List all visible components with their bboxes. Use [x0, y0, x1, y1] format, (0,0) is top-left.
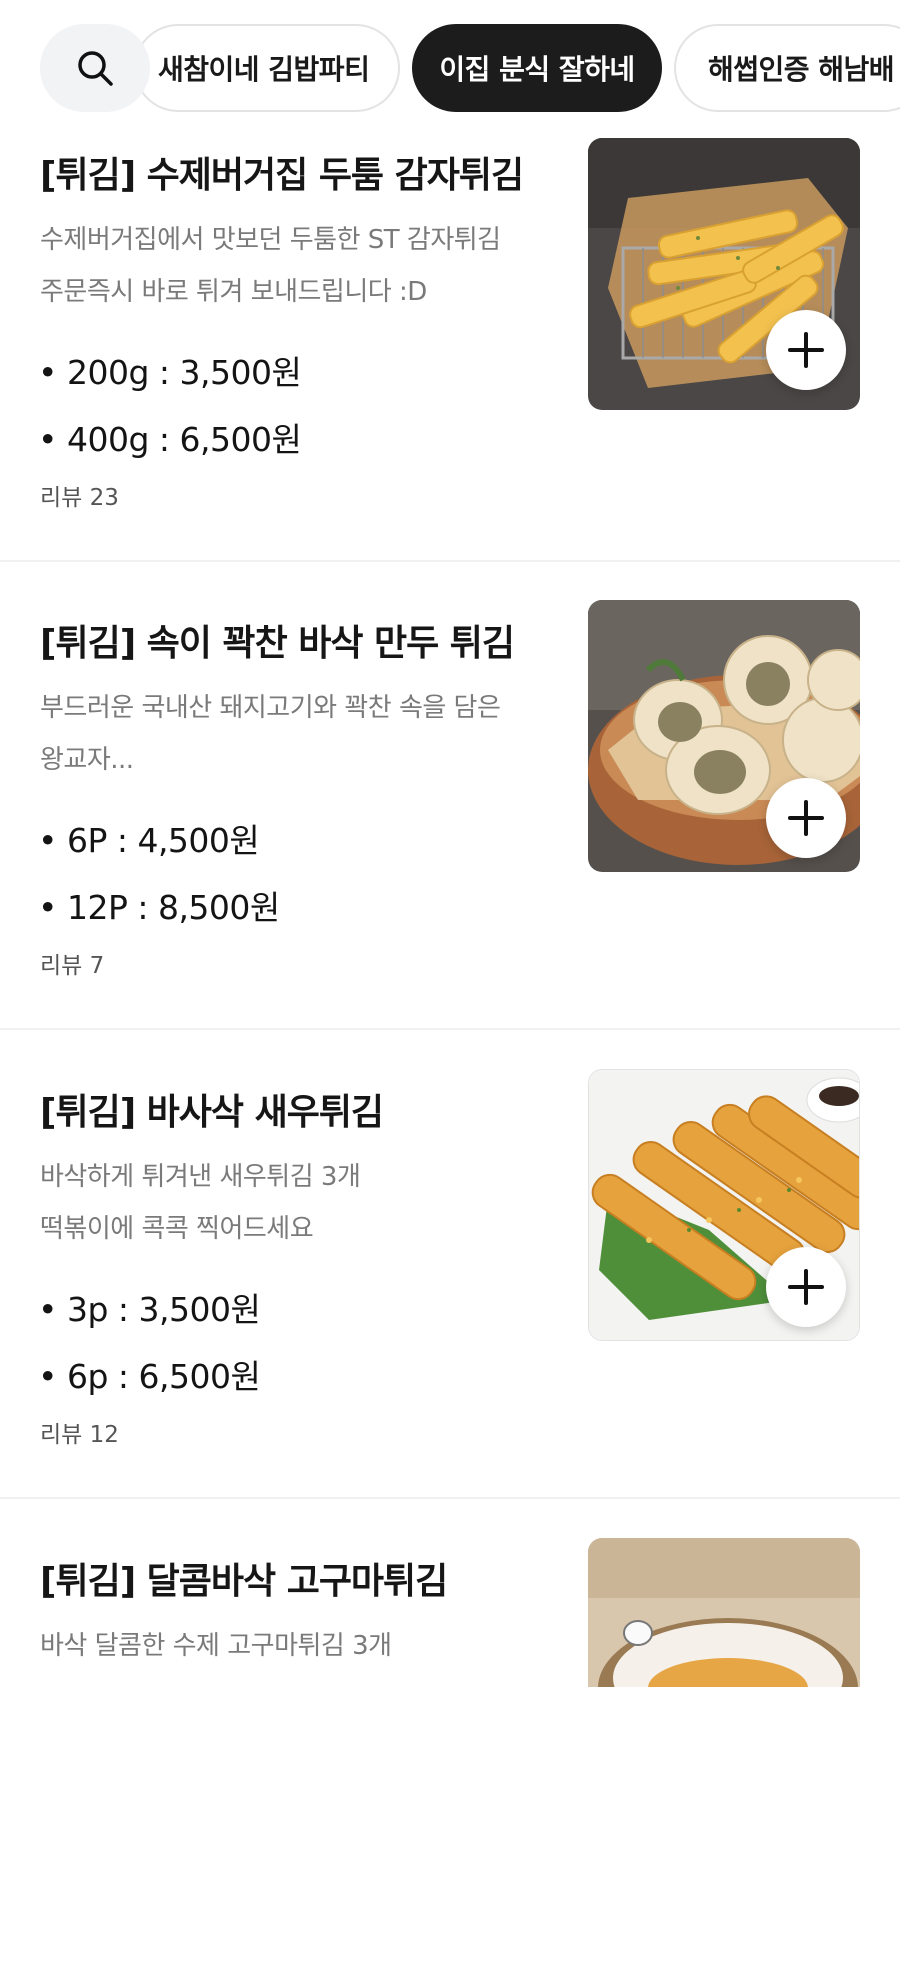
add-to-cart-button[interactable]: [766, 310, 846, 390]
menu-item-shrimp[interactable]: [튀김] 바사삭 새우튀김 바삭하게 튀겨낸 새우튀김 3개 떡볶이에 콕콕 찍…: [0, 1029, 900, 1499]
review-count[interactable]: 리뷰 7: [40, 946, 104, 980]
menu-item-title: [튀김] 바사삭 새우튀김: [40, 1092, 384, 1133]
review-count[interactable]: 리뷰 12: [40, 1415, 119, 1449]
menu-item-description: 부드러운 국내산 돼지고기와 꽉찬 속을 담은 왕교자...: [40, 693, 501, 775]
menu-item-price: • 12P : 8,500원: [38, 888, 280, 927]
menu-item-description: 바삭 달콤한 수제 고구마튀김 3개: [40, 1631, 392, 1661]
menu-item-description: 바삭하게 튀겨낸 새우튀김 3개 떡볶이에 콕콕 찍어드세요: [40, 1162, 361, 1244]
category-chip[interactable]: 새참이네 김밥파티: [134, 24, 400, 112]
add-to-cart-button[interactable]: [766, 778, 846, 858]
menu-item-price: • 3p : 3,500원: [38, 1290, 261, 1329]
search-icon: [78, 51, 113, 86]
menu-item-price: • 6P : 4,500원: [38, 821, 260, 860]
add-to-cart-button[interactable]: [766, 1247, 846, 1327]
category-chips: 새참이네 김밥파티 이집 분식 잘하네 해썹인증 해남배: [134, 24, 900, 112]
menu-item-title: [튀김] 수제버거집 두툼 감자튀김: [40, 155, 524, 196]
menu-item-title: [튀김] 속이 꽉찬 바삭 만두 튀김: [40, 623, 515, 664]
review-count[interactable]: 리뷰 23: [40, 478, 119, 512]
menu-item-sweet-potato[interactable]: [튀김] 달콤바삭 고구마튀김 바삭 달콤한 수제 고구마튀김 3개: [0, 1498, 900, 1966]
plus-icon: [788, 800, 824, 836]
menu-item-description: 수제버거집에서 맛보던 두툼한 ST 감자튀김 주문즉시 바로 튀겨 보내드립니…: [40, 225, 501, 307]
search-button[interactable]: [40, 24, 150, 112]
menu-item-fries[interactable]: [튀김] 수제버거집 두툼 감자튀김 수제버거집에서 맛보던 두툼한 ST 감자…: [0, 92, 900, 562]
menu-item-photo[interactable]: [588, 1538, 860, 1687]
category-chip[interactable]: 해썹인증 해남배: [674, 24, 900, 112]
menu-item-dumplings[interactable]: [튀김] 속이 꽉찬 바삭 만두 튀김 부드러운 국내산 돼지고기와 꽉찬 속을…: [0, 560, 900, 1030]
plus-icon: [788, 1269, 824, 1305]
category-bar: 새참이네 김밥파티 이집 분식 잘하네 해썹인증 해남배: [0, 0, 900, 136]
menu-item-title: [튀김] 달콤바삭 고구마튀김: [40, 1561, 448, 1602]
plus-icon: [788, 332, 824, 368]
menu-item-price: • 200g : 3,500원: [38, 353, 302, 392]
menu-item-price: • 400g : 6,500원: [38, 420, 302, 459]
menu-item-price: • 6p : 6,500원: [38, 1357, 261, 1396]
category-chip-active[interactable]: 이집 분식 잘하네: [412, 24, 662, 112]
